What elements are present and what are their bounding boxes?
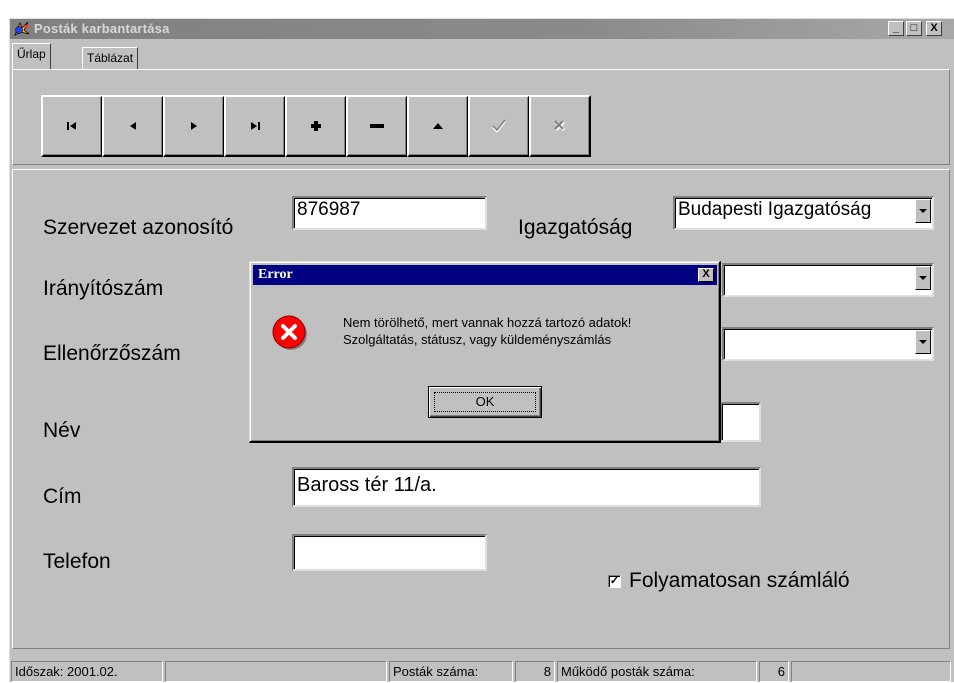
- cancel-record-button[interactable]: [529, 95, 591, 157]
- chevron-down-icon: [919, 208, 927, 213]
- post-record-button[interactable]: [468, 95, 530, 157]
- app-icon: [14, 21, 30, 36]
- org-id-field[interactable]: 876987: [292, 196, 487, 230]
- ok-button[interactable]: OK: [428, 386, 542, 418]
- directorate-label: Igazgatóság: [518, 216, 633, 239]
- chevron-down-icon: [919, 275, 927, 280]
- status-period: Időszak: 2001.02.: [11, 661, 163, 682]
- org-id-label: Szervezet azonosító: [43, 216, 234, 239]
- name-field[interactable]: [720, 402, 761, 442]
- error-icon: [272, 315, 307, 350]
- ok-button-label: OK: [475, 394, 495, 409]
- checkmark-icon: [492, 119, 506, 133]
- close-window-button[interactable]: X: [926, 21, 942, 36]
- edit-record-button[interactable]: [407, 95, 469, 157]
- name-label: Név: [43, 419, 81, 442]
- check-number-label: Ellenőrzőszám: [43, 342, 181, 365]
- phone-field[interactable]: [292, 534, 487, 571]
- window-titlebar[interactable]: Posták karbantartása _ □ X: [10, 19, 954, 39]
- maximize-button[interactable]: □: [906, 21, 922, 36]
- plus-icon: [311, 121, 321, 131]
- dialog-close-button[interactable]: X: [698, 268, 714, 282]
- error-dialog: Error X Nem törölhető, mert vannak hozzá…: [249, 261, 721, 443]
- minimize-button[interactable]: _: [888, 21, 904, 36]
- dialog-titlebar[interactable]: Error X: [253, 265, 717, 285]
- status-bar: Időszak: 2001.02. Posták száma: 8 Működő…: [10, 659, 954, 683]
- prior-icon: [130, 122, 136, 130]
- phone-label: Telefon: [43, 550, 111, 573]
- tab-urlap[interactable]: Űrlap: [12, 43, 51, 69]
- record-navigator: [41, 95, 591, 157]
- first-record-button[interactable]: [41, 95, 103, 157]
- dialog-message-line1: Nem törölhető, mert vannak hozzá tartozó…: [343, 315, 632, 330]
- status-active-post-value: 6: [759, 661, 789, 682]
- last-record-button[interactable]: [224, 95, 286, 157]
- status-empty-cell: [165, 661, 387, 682]
- window-title: Posták karbantartása: [34, 21, 170, 36]
- zip-combo[interactable]: [722, 263, 934, 297]
- status-trailing-cell: [791, 661, 951, 682]
- check-number-combo[interactable]: [722, 327, 934, 361]
- first-icon: [67, 122, 76, 130]
- insert-record-button[interactable]: [285, 95, 347, 157]
- tab-tablazat[interactable]: Táblázat: [82, 47, 139, 69]
- directorate-value: Budapesti Igazgatóság: [678, 199, 872, 220]
- continuous-counter-option[interactable]: ✓ Folyamatosan számláló: [608, 569, 850, 593]
- minus-icon: [370, 124, 384, 128]
- zip-label: Irányítószám: [43, 277, 164, 300]
- zip-dropdown-button[interactable]: [915, 266, 931, 290]
- status-active-post-label: Működő posták száma:: [557, 661, 757, 682]
- continuous-counter-label: Folyamatosan számláló: [629, 569, 850, 592]
- directorate-dropdown-button[interactable]: [915, 199, 931, 223]
- address-field[interactable]: Baross tér 11/a.: [292, 467, 761, 507]
- last-icon: [251, 122, 260, 130]
- chevron-down-icon: [919, 339, 927, 344]
- prior-record-button[interactable]: [102, 95, 164, 157]
- continuous-counter-checkbox[interactable]: ✓: [608, 574, 621, 588]
- status-post-count-label: Posták száma:: [389, 661, 513, 682]
- address-label: Cím: [43, 485, 82, 508]
- status-post-count-value: 8: [515, 661, 555, 682]
- dialog-message: Nem törölhető, mert vannak hozzá tartozó…: [343, 314, 631, 348]
- delete-record-button[interactable]: [346, 95, 408, 157]
- directorate-combo[interactable]: Budapesti Igazgatóság: [673, 196, 934, 230]
- cancel-x-icon: [554, 120, 566, 132]
- tab-strip: Űrlap Táblázat: [10, 41, 954, 69]
- next-icon: [191, 122, 197, 130]
- dialog-message-line2: Szolgáltatás, státusz, vagy küldeményszá…: [343, 332, 612, 347]
- dialog-title: Error: [258, 267, 293, 282]
- next-record-button[interactable]: [163, 95, 225, 157]
- edit-up-icon: [433, 123, 443, 129]
- check-dropdown-button[interactable]: [915, 330, 931, 354]
